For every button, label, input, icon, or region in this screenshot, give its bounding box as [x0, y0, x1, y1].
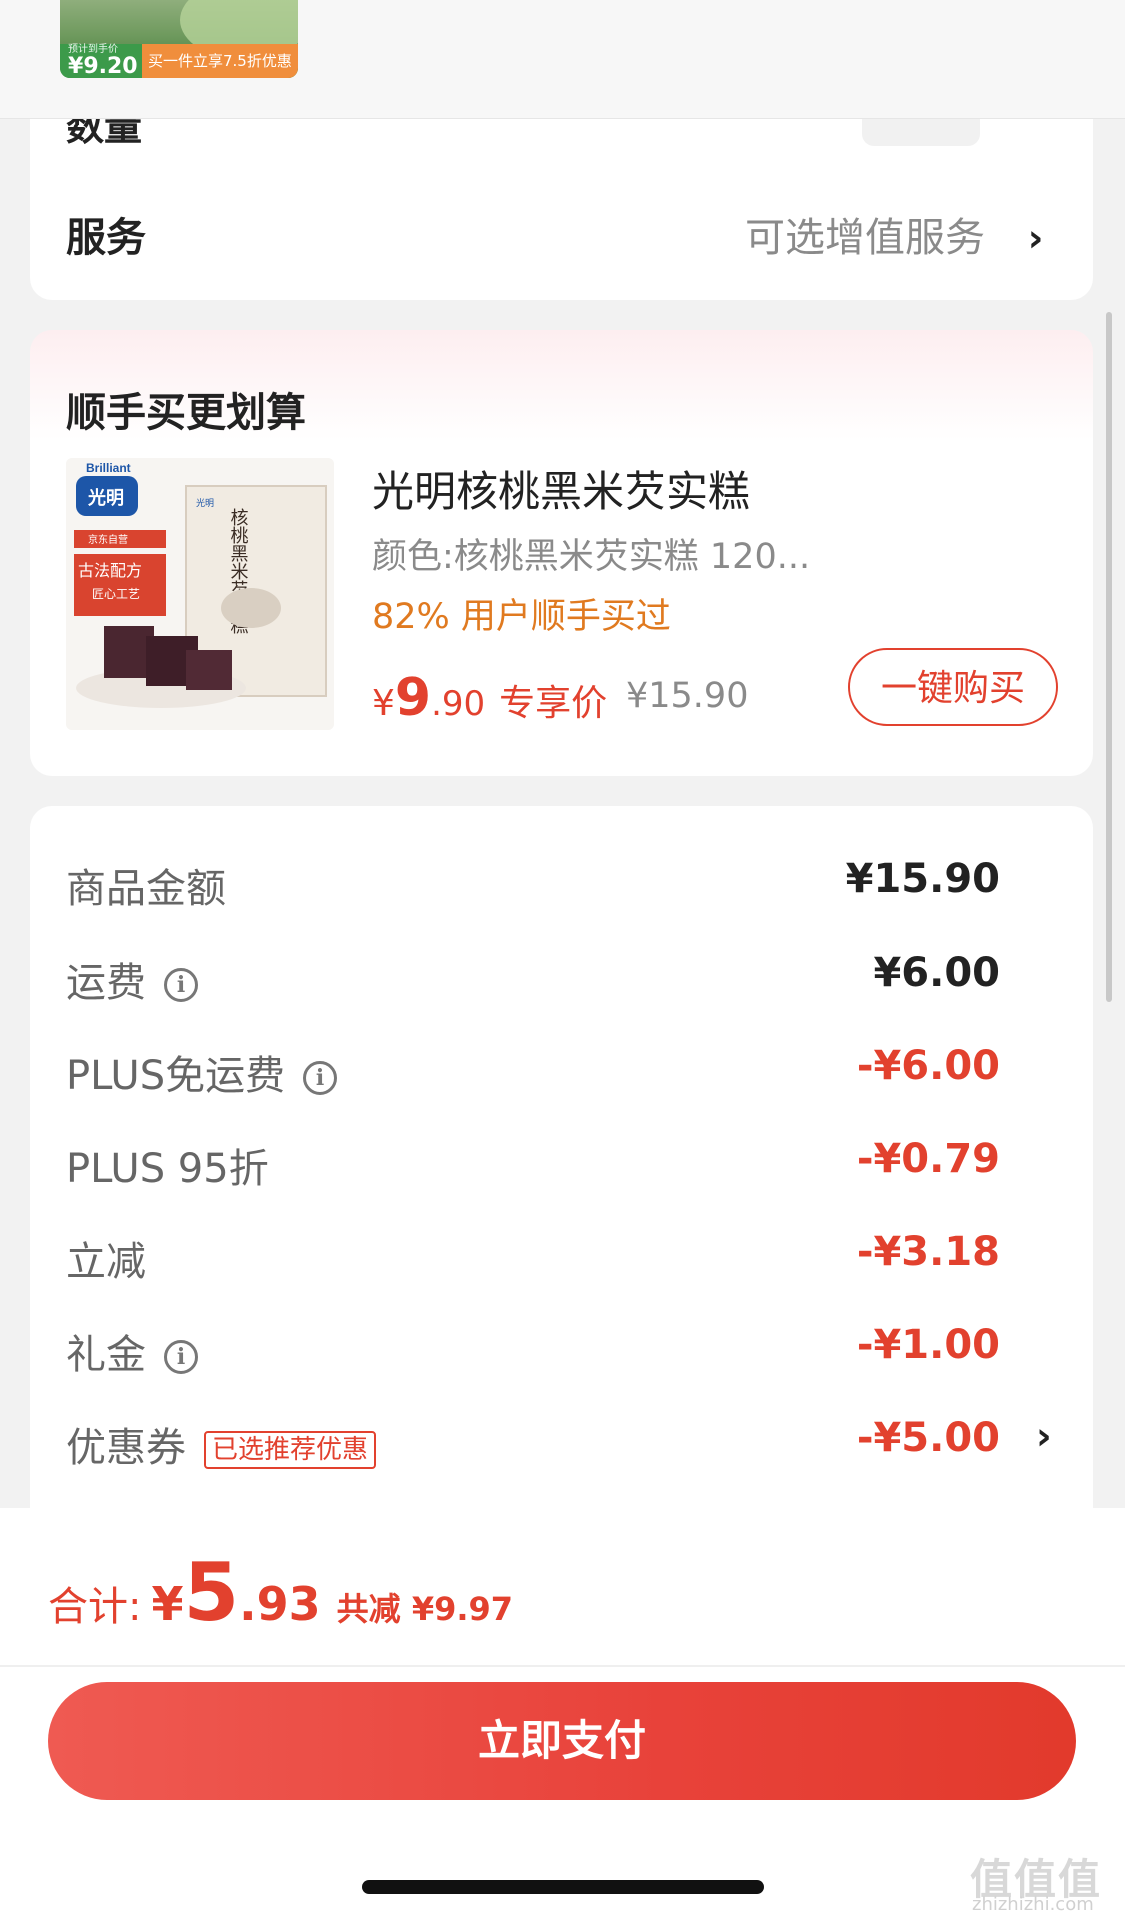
- watermark-site: zhizhizhi.com: [972, 1894, 1094, 1915]
- chevron-right-icon: ›: [1027, 216, 1044, 260]
- upsell-price: ¥9.90 专享价: [372, 668, 607, 728]
- total-decimal: .93: [239, 1577, 321, 1631]
- thumbnail-price-label: 预计到手价: [68, 44, 118, 55]
- svg-text:光明: 光明: [196, 497, 214, 508]
- svg-text:光明: 光明: [87, 487, 124, 509]
- order-total: 合计: ¥5.93 共减 ¥9.97: [48, 1546, 513, 1639]
- scrollbar[interactable]: [1106, 312, 1112, 1002]
- top-sticky-strip: 预计到手价 ¥9.20 买一件立享7.5折优惠: [0, 0, 1125, 119]
- pay-now-button[interactable]: 立即支付: [48, 1682, 1076, 1800]
- upsell-price-decimal: .90: [431, 684, 486, 724]
- upsell-product-image[interactable]: 光明 核桃黑米芡实糕 Brilliant 光明 京东自营 古法配方 匠心工艺: [66, 458, 334, 730]
- svg-text:匠心工艺: 匠心工艺: [92, 587, 140, 601]
- upsell-product-name[interactable]: 光明核桃黑米芡实糕: [372, 458, 750, 519]
- one-click-buy-button[interactable]: 一键购买: [848, 648, 1058, 726]
- summary-row-label-shipping: 运费 i: [66, 950, 198, 1008]
- chevron-right-icon[interactable]: ›: [1036, 1414, 1052, 1458]
- upsell-purchase-stat: 82% 用户顺手买过: [372, 597, 671, 637]
- svg-text:Brilliant: Brilliant: [86, 461, 131, 475]
- upsell-title: 顺手买更划算: [66, 390, 306, 436]
- svg-text:古法配方: 古法配方: [78, 561, 142, 580]
- summary-row-value-plus-free-shipping: -¥6.00: [856, 1043, 1000, 1089]
- coupon-recommended-tag: 已选推荐优惠: [204, 1431, 377, 1469]
- product-image-illustration: 光明 核桃黑米芡实糕 Brilliant 光明 京东自营 古法配方 匠心工艺: [66, 458, 334, 730]
- summary-row-label-plus-free-shipping: PLUS免运费 i: [66, 1043, 338, 1101]
- total-currency: ¥: [151, 1577, 184, 1631]
- service-label: 服务: [66, 215, 146, 261]
- summary-row-value-gift-money: -¥1.00: [856, 1322, 1000, 1368]
- home-indicator[interactable]: [362, 1880, 764, 1894]
- summary-row-value-shipping: ¥6.00: [873, 950, 1000, 996]
- svg-text:京东自营: 京东自营: [88, 533, 128, 546]
- summary-row-value-instant-reduction: -¥3.18: [856, 1229, 1000, 1275]
- info-icon[interactable]: i: [164, 1340, 198, 1374]
- thumbnail-price-value: ¥9.20: [68, 54, 138, 78]
- upsell-price-currency: ¥: [372, 683, 395, 724]
- summary-row-label-instant-reduction: 立减: [66, 1239, 146, 1285]
- thumbnail-promo: 买一件立享7.5折优惠: [142, 44, 298, 78]
- info-icon[interactable]: i: [303, 1061, 338, 1095]
- total-label: 合计:: [48, 1584, 142, 1630]
- product-thumbnail[interactable]: 预计到手价 ¥9.20 买一件立享7.5折优惠: [60, 0, 298, 78]
- upsell-original-price: ¥15.90: [626, 676, 749, 716]
- service-value: 可选增值服务: [745, 215, 985, 261]
- thumbnail-price-block: 预计到手价 ¥9.20: [68, 44, 148, 78]
- upsell-product-spec: 颜色:核桃黑米芡实糕 120...: [372, 537, 811, 577]
- divider: [0, 1665, 1125, 1667]
- total-saved: 共减 ¥9.97: [336, 1590, 514, 1628]
- summary-row-value-goods: ¥15.90: [845, 856, 1000, 902]
- upsell-price-tag: 专享价: [499, 683, 608, 724]
- info-icon[interactable]: i: [164, 968, 198, 1002]
- upsell-price-integer: 9: [394, 668, 432, 728]
- service-selector[interactable]: 可选增值服务 ›: [745, 205, 1043, 263]
- summary-row-value-coupon[interactable]: -¥5.00: [857, 1415, 1000, 1461]
- summary-row-value-plus-discount: -¥0.79: [856, 1136, 1000, 1182]
- summary-row-label-goods: 商品金额: [66, 866, 226, 912]
- total-integer: 5: [183, 1546, 240, 1639]
- summary-row-label-coupon[interactable]: 优惠券 已选推荐优惠: [66, 1415, 377, 1473]
- summary-row-label-gift-money: 礼金 i: [66, 1322, 198, 1380]
- summary-row-label-plus-discount: PLUS 95折: [66, 1146, 269, 1192]
